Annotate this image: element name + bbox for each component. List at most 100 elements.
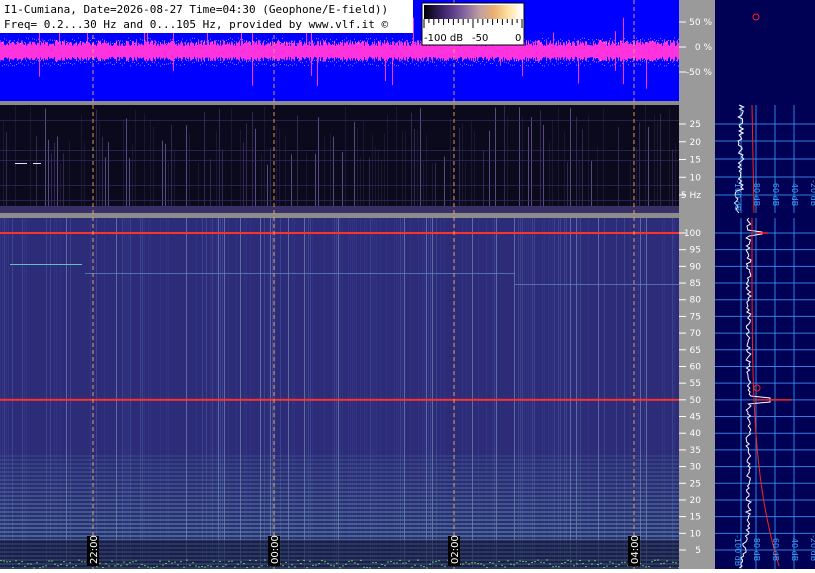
low-spectrogram-streak <box>483 150 484 213</box>
low-spectrogram-streak <box>540 110 541 213</box>
low-spectrogram-streak <box>423 160 424 213</box>
low-spectrogram-streak <box>189 133 190 213</box>
low-spectrogram-band <box>0 200 679 201</box>
high-spectrogram-noise-band <box>0 495 679 497</box>
high-spectrogram-noise-band <box>0 535 679 537</box>
low-spectrogram-streak <box>543 125 544 213</box>
low-spectrogram-streak <box>318 117 319 213</box>
side-db-label: -20 dB <box>809 535 815 561</box>
low-spectrogram-streak <box>591 161 592 213</box>
low-spectrogram-streak <box>123 119 124 213</box>
side-db-label-text: -80 dB <box>752 180 761 206</box>
high-spectrogram-noise-band <box>0 483 679 485</box>
time-label: 02:00 <box>448 535 461 566</box>
low-spectrogram-streak <box>276 124 277 213</box>
high-spectrogram-noise-band <box>0 467 679 469</box>
waveform-tick-label: -50 % <box>686 68 713 78</box>
low-spectrogram-streak <box>165 143 166 213</box>
low-spectrogram-streak <box>462 124 463 213</box>
high-tick-label: 45 <box>690 413 701 423</box>
low-spectrogram-streak <box>354 121 355 213</box>
high-spectrogram-noise-band <box>0 491 679 493</box>
low-spectrogram-streak <box>639 122 640 213</box>
low-spectrogram-streak <box>270 148 271 213</box>
low-spectrogram-streak <box>645 105 646 213</box>
high-spectrogram-noise-band <box>0 487 679 489</box>
low-spectrogram-streak <box>576 116 577 213</box>
high-tick-label: 75 <box>690 312 701 322</box>
time-label: 04:00 <box>628 535 641 566</box>
low-spectrogram-band <box>0 120 679 121</box>
high-tick-label: 25 <box>690 479 701 489</box>
side-db-label-text: -60 dB <box>771 535 780 561</box>
low-spectrogram-streak <box>3 121 4 213</box>
colorbar-gradient-bar <box>424 5 522 19</box>
low-spectrogram-streak <box>342 152 343 213</box>
low-spectrogram-streak <box>291 154 292 213</box>
low-spectrogram-streak <box>333 136 334 213</box>
time-label-text: 04:00 <box>630 535 641 564</box>
side-spectrum-panel: -100 dB -80 dB -60 dB -40 dB -20 dB -100 dB -8… <box>715 0 815 569</box>
side-db-label-text: -20 dB <box>809 180 815 206</box>
high-tick-label: 90 <box>690 262 702 272</box>
low-spectrogram-streak <box>450 118 451 213</box>
high-spectrogram-noise-band <box>0 503 679 505</box>
low-spectrogram-streak <box>504 105 505 213</box>
low-spectrogram-streak <box>465 161 466 213</box>
high-tick-label: 5 <box>695 546 701 556</box>
high-tick-label: 10 <box>690 529 702 539</box>
low-spectrogram-streak <box>579 159 580 213</box>
waveform-tick-label: 0 % <box>695 43 713 53</box>
high-spectrogram-artifact <box>85 273 515 274</box>
side-db-label-text: -80 dB <box>752 535 761 561</box>
low-tick-label: 5 Hz <box>681 191 701 201</box>
low-spectrogram-streak <box>522 116 523 213</box>
low-spectrogram-streak <box>150 119 151 213</box>
low-spectrogram-streak <box>186 125 187 213</box>
low-spectrogram-marker <box>15 163 27 164</box>
low-spectrogram-streak <box>162 140 163 213</box>
low-spectrogram-streak <box>672 149 673 213</box>
low-spectrogram-streak <box>135 109 136 213</box>
high-spectrogram-noise-band <box>0 527 679 529</box>
low-spectrogram-streak <box>432 163 433 213</box>
low-spectrogram-streak <box>261 153 262 213</box>
low-spectrogram-streak <box>96 109 97 213</box>
low-spectrogram-streak <box>174 149 175 213</box>
low-spectrogram-streak <box>378 148 379 213</box>
low-spectrogram-streak <box>675 144 676 213</box>
low-spectrogram-streak <box>597 146 598 213</box>
high-tick-label: 20 <box>690 496 702 506</box>
side-db-label: -40 dB <box>790 535 799 561</box>
side-db-label: -80 dB <box>752 535 761 561</box>
side-db-label: -20 dB <box>809 180 815 206</box>
side-db-label: -100 dB <box>733 180 742 211</box>
low-spectrogram-streak <box>444 156 445 213</box>
low-spectrogram-streak <box>57 136 58 213</box>
low-spectrogram-streak <box>171 125 172 213</box>
low-spectrogram-streak <box>144 112 145 213</box>
side-divider <box>715 213 815 218</box>
low-spectrogram-streak <box>375 146 376 213</box>
low-spectrogram-streak <box>552 119 553 213</box>
colorbar-label-min: -100 dB <box>424 33 463 44</box>
low-tick-label: 20 <box>690 138 702 148</box>
panel-separator-2 <box>0 213 679 218</box>
high-tick-label: 100 <box>684 229 701 239</box>
low-spectrogram-band <box>0 185 679 186</box>
low-spectrogram-streak <box>435 162 436 213</box>
side-db-label-text: -60 dB <box>771 180 780 206</box>
low-spectrogram-streak <box>204 112 205 213</box>
colorbar-label-max: 0 <box>515 33 521 44</box>
high-tick-label: 95 <box>690 246 701 256</box>
low-spectrogram-streak <box>267 164 268 213</box>
colorbar: -100 dB -50 0 <box>421 2 525 46</box>
side-db-label-text: -100 dB <box>733 535 742 566</box>
low-spectrogram-streak <box>198 162 199 213</box>
spectrogram-low-panel <box>0 105 679 213</box>
header-line-1: I1-Cumiana, Date=2026-08-27 Time=04:30 (… <box>4 3 388 16</box>
low-spectrogram-streak <box>345 106 346 213</box>
low-spectrogram-streak <box>630 160 631 213</box>
low-spectrogram-streak <box>243 142 244 213</box>
low-spectrogram-streak <box>636 147 637 213</box>
